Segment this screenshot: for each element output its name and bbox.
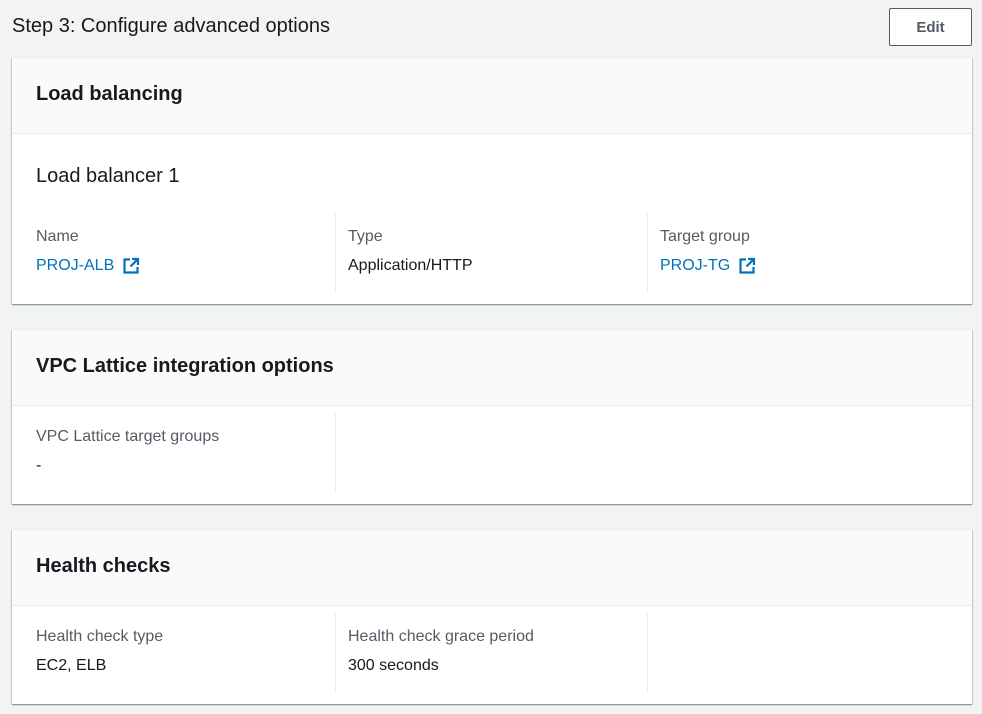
vpc-lattice-title: VPC Lattice integration options [36, 355, 334, 377]
load-balancing-panel: Load balancing Load balancer 1 Name PROJ… [12, 57, 972, 304]
health-check-grace-column: Health check grace period 300 seconds [335, 613, 647, 693]
health-check-grace-value: 300 seconds [348, 657, 439, 674]
vpc-lattice-target-groups-column: VPC Lattice target groups - [12, 413, 324, 493]
lb-name-column: Name PROJ-ALB [12, 213, 324, 293]
load-balancer-subtitle: Load balancer 1 [36, 165, 180, 187]
vpc-lattice-target-groups-value: - [36, 457, 42, 474]
health-checks-panel: Health checks Health check type EC2, ELB… [12, 529, 972, 704]
health-check-empty-column [647, 613, 959, 693]
lb-name-label: Name [36, 228, 79, 245]
page-title: Step 3: Configure advanced options [12, 15, 330, 37]
lb-name-link-text: PROJ-ALB [36, 257, 115, 274]
lb-target-group-link-text: PROJ-TG [660, 257, 731, 274]
page-header: Step 3: Configure advanced options Edit [0, 0, 982, 56]
load-balancing-title: Load balancing [36, 83, 183, 105]
external-link-icon [123, 257, 140, 274]
health-checks-header: Health checks [12, 530, 972, 606]
vpc-lattice-body: VPC Lattice target groups - [12, 406, 972, 504]
health-check-grace-label: Health check grace period [348, 628, 534, 645]
health-check-type-label: Health check type [36, 628, 164, 645]
vpc-lattice-target-groups-label: VPC Lattice target groups [36, 428, 220, 445]
vpc-lattice-header: VPC Lattice integration options [12, 330, 972, 406]
health-check-type-value: EC2, ELB [36, 657, 107, 674]
lb-target-group-link[interactable]: PROJ-TG [660, 256, 756, 276]
load-balancing-body: Load balancer 1 Name PROJ-ALB Type Appli… [12, 134, 972, 304]
external-link-icon [739, 257, 756, 274]
vpc-lattice-panel: VPC Lattice integration options VPC Latt… [12, 329, 972, 504]
vpc-lattice-empty-column [335, 413, 647, 493]
lb-target-group-label: Target group [660, 228, 750, 245]
lb-type-column: Type Application/HTTP [335, 213, 647, 293]
lb-type-label: Type [348, 228, 383, 245]
health-check-type-column: Health check type EC2, ELB [12, 613, 324, 693]
edit-button[interactable]: Edit [889, 8, 972, 46]
lb-name-link[interactable]: PROJ-ALB [36, 256, 140, 276]
health-checks-title: Health checks [36, 555, 171, 577]
lb-target-group-column: Target group PROJ-TG [647, 213, 959, 293]
health-checks-body: Health check type EC2, ELB Health check … [12, 606, 972, 704]
load-balancing-header: Load balancing [12, 58, 972, 134]
lb-type-value: Application/HTTP [348, 257, 473, 274]
